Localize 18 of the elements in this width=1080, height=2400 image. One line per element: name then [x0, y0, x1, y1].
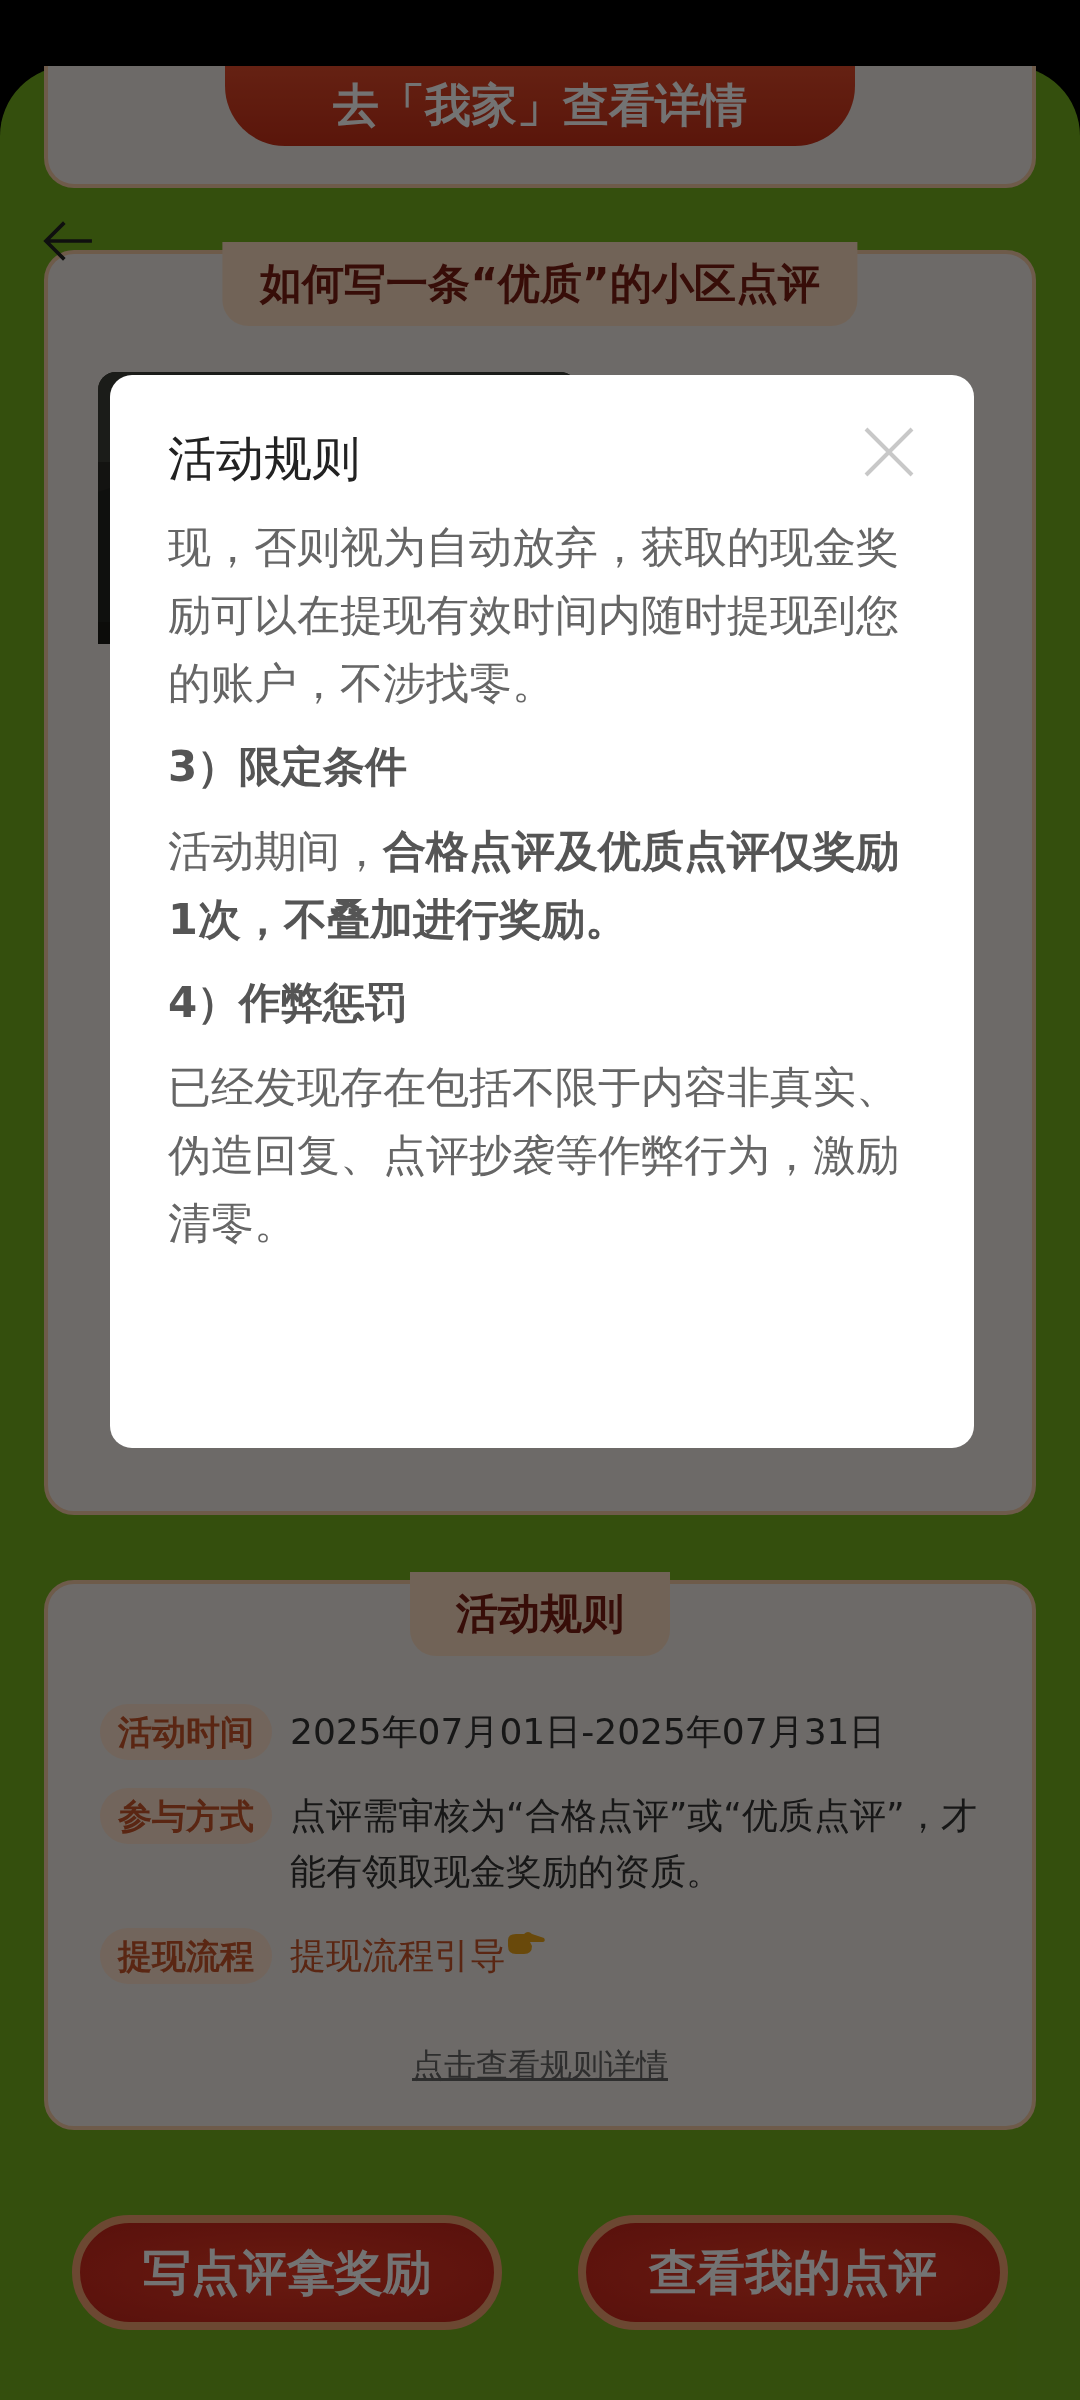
action-button[interactable]: 查看我的点评 — [578, 2215, 1008, 2330]
rule-tag: 活动时间 — [100, 1704, 272, 1760]
section-title: 如何写一条“优质”的小区点评 — [222, 242, 858, 326]
section-title: 活动规则 — [410, 1572, 670, 1656]
rule-paragraph: 现，否则视为自动放弃，获取的现金奖励可以在提现有效时间内随时提现到您的账户，不涉找零。 — [168, 521, 900, 710]
dialog-title: 活动规则 — [168, 429, 360, 488]
rule-text: 2025年07月01日-2025年07月31日 — [290, 1710, 887, 1754]
rule-heading: 3）限定条件 — [168, 741, 409, 793]
rule-tag: 参与方式 — [100, 1788, 272, 1844]
rule-tag: 提现流程 — [100, 1928, 272, 1984]
withdraw-guide-link[interactable]: 提现流程引导 — [290, 1928, 506, 1984]
view-details-button[interactable]: 去「我家」查看详情 — [225, 66, 855, 146]
rule-paragraph: 已经发现存在包括不限于内容非真实、伪造回复、点评抄袭等作弊行为，激励清零。 — [168, 1061, 900, 1250]
rule-paragraph: 活动期间，合格点评及优质点评仅奖励1次，不叠加进行奖励。 — [168, 825, 900, 946]
rule-heading: 4）作弊惩罚 — [168, 977, 409, 1029]
rule-text: 点评需审核为“合格点评”或“优质点评”，才能有领取现金奖励的资质。 — [290, 1794, 978, 1894]
action-button[interactable]: 写点评拿奖励 — [72, 2215, 502, 2330]
rules-details-link[interactable]: 点击查看规则详情 — [412, 2044, 668, 2088]
